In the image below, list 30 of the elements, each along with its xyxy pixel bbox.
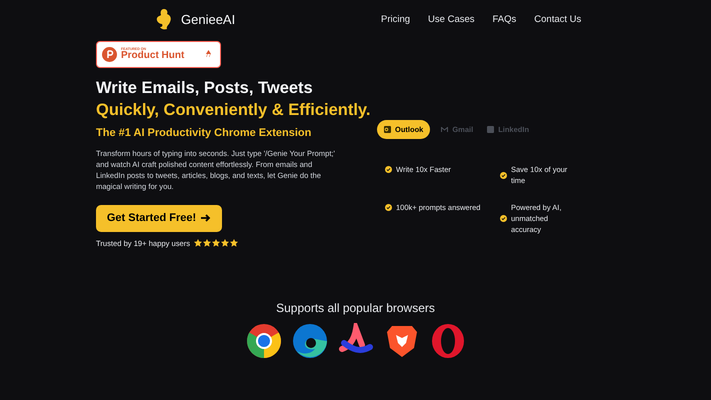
product-hunt-icon <box>102 47 117 62</box>
check-icon <box>500 215 507 222</box>
check-icon <box>385 166 392 173</box>
headline-highlight: Quickly, Conveniently & Efficiently. <box>96 100 372 121</box>
chrome-icon <box>246 322 282 359</box>
star-icon <box>203 239 212 248</box>
star-icon <box>221 239 230 248</box>
genie-logo-icon <box>155 8 173 32</box>
nav-link[interactable]: Contact Us <box>534 12 582 28</box>
envelope-icon <box>441 127 448 132</box>
opera-icon <box>430 322 466 359</box>
check-icon <box>385 204 392 211</box>
square-icon <box>487 126 494 133</box>
upvote-icon <box>206 50 211 54</box>
star-icon <box>212 239 220 248</box>
get-started-button[interactable]: Get Started Free! <box>96 204 222 232</box>
subtitle: The #1 AI Productivity Chrome Extension <box>96 126 312 141</box>
nav-link[interactable]: Use Cases <box>428 12 475 28</box>
nav-link[interactable]: Pricing <box>381 12 410 28</box>
star-icon <box>230 239 238 248</box>
headline: Write Emails, Posts, Tweets <box>96 78 314 99</box>
brand-name[interactable]: GenieeAI <box>181 10 236 30</box>
nav-link[interactable]: FAQs <box>492 12 516 28</box>
edge-icon <box>292 322 328 359</box>
check-icon <box>500 172 507 178</box>
mail-app-icon <box>384 126 391 133</box>
badge-title: Product Hunt <box>121 51 184 62</box>
arrow-right-icon <box>201 214 212 222</box>
browsers-heading: Supports all popular browsers <box>276 300 435 317</box>
star-icon <box>194 239 202 248</box>
